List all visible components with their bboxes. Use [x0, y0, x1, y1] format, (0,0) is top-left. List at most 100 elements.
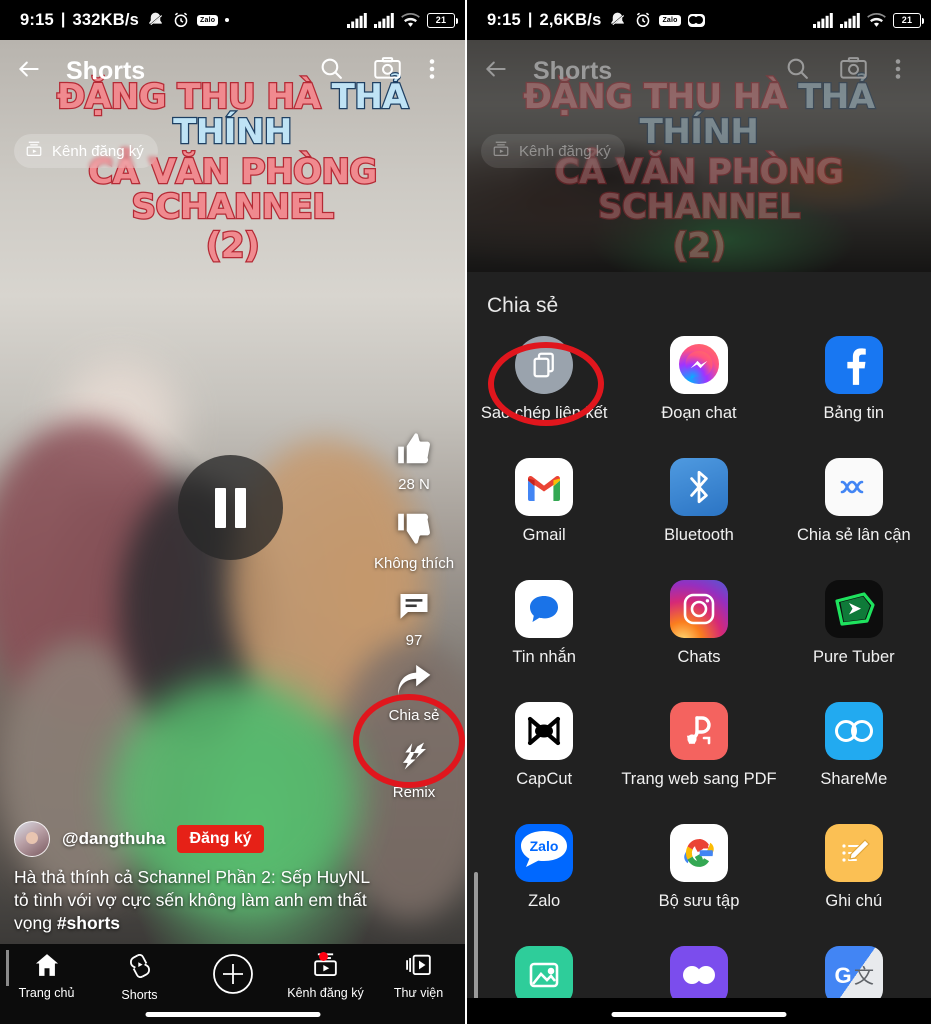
navigation-bar-right: [467, 998, 931, 1024]
home-icon: [34, 953, 60, 982]
share-target-label: Sao chép liên kết: [480, 404, 608, 422]
camera-icon: [373, 56, 401, 86]
library-icon: [405, 953, 432, 982]
signal-bars-icon: [347, 12, 367, 28]
comment-icon: [396, 588, 432, 629]
nav-label-home: Trang chủ: [18, 986, 75, 1000]
channel-handle[interactable]: @dangthuha: [62, 829, 165, 849]
description-hashtag[interactable]: #shorts: [57, 913, 120, 933]
battery-icon: 21: [893, 12, 924, 28]
bluetooth-icon: [669, 458, 728, 516]
dislike-label: Không thích: [373, 555, 455, 572]
share-target-collection[interactable]: Bộ sưu tập: [621, 824, 776, 946]
home-indicator-left: [145, 1012, 320, 1017]
search-icon: [785, 56, 810, 86]
share-target-instagram[interactable]: Chats: [621, 580, 776, 702]
thumbs-up-icon: [395, 430, 433, 473]
status-bar-left: 9:15 | 332KB/s Zalo 21: [0, 0, 465, 40]
subscribe-button[interactable]: Đăng ký: [177, 824, 264, 853]
subscribe-chip-right: Kênh đăng ký: [481, 134, 625, 168]
share-target-label: Bộ sưu tập: [658, 892, 740, 910]
share-target-nearby[interactable]: Chia sẻ lân cận: [777, 458, 931, 580]
messenger-icon: [687, 13, 705, 27]
share-target-copy-link[interactable]: Sao chép liên kết: [467, 336, 621, 458]
remix-button[interactable]: Remix: [392, 740, 436, 801]
back-button-left[interactable]: [16, 56, 60, 87]
signal-bars-icon: [840, 12, 860, 28]
nav-item-library[interactable]: Thư viện: [372, 953, 465, 1000]
status-net-speed: 2,6KB/s: [539, 10, 602, 29]
back-arrow-icon: [16, 56, 42, 87]
share-label: Chia sẻ: [388, 707, 440, 724]
share-target-label: Zalo: [528, 892, 561, 910]
status-bar-right: 9:15 | 2,6KB/s Zalo 21: [467, 0, 931, 40]
share-target-label: Đoạn chat: [661, 404, 737, 422]
app-bar-right: Shorts: [467, 40, 931, 102]
plus-circle-icon: [212, 953, 254, 1000]
action-rail: 28 N Không thích 97 Chia sẻ Remix: [371, 430, 457, 817]
video-caption-overlay-right: ĐẶNG THU HÀ THẢ THÍNH CẢ VĂN PHÒNG SCHAN…: [467, 78, 931, 266]
share-target-notes[interactable]: Ghi chú: [777, 824, 931, 946]
share-target-label: Trang web sang PDF: [621, 770, 777, 788]
share-target-zalo[interactable]: Zalo Zalo: [467, 824, 621, 946]
google-translate-icon: G 文: [824, 946, 883, 1004]
nav-item-subscriptions[interactable]: Kênh đăng ký: [279, 952, 372, 1000]
pause-button[interactable]: [178, 455, 283, 560]
camera-button-right[interactable]: [825, 56, 881, 86]
shorts-icon: [128, 953, 152, 984]
dislike-button[interactable]: Không thích: [374, 509, 454, 572]
share-button[interactable]: Chia sẻ: [388, 665, 440, 724]
dot-icon: [225, 18, 230, 22]
nav-item-create[interactable]: [186, 953, 279, 1004]
share-target-label: Chia sẻ lân cận: [796, 526, 911, 544]
share-icon: [395, 665, 433, 704]
nav-item-home[interactable]: Trang chủ: [0, 953, 93, 1000]
subscriptions-icon: [24, 140, 44, 162]
camera-icon: [839, 56, 867, 86]
share-target-label: Pure Tuber: [813, 648, 895, 666]
share-target-shareme[interactable]: ShareMe: [777, 702, 931, 824]
comment-button[interactable]: 97: [396, 588, 432, 649]
camera-button-left[interactable]: [359, 56, 415, 86]
avatar[interactable]: [14, 820, 50, 857]
notes-icon: [824, 824, 883, 882]
svg-text:文: 文: [854, 964, 874, 988]
search-button-left[interactable]: [303, 56, 359, 86]
status-time: 9:15: [487, 10, 521, 29]
subscribe-chip-label: Kênh đăng ký: [519, 142, 611, 160]
search-icon: [319, 56, 344, 86]
alarm-icon: [634, 11, 652, 29]
back-button-right[interactable]: [483, 56, 527, 87]
more-options-button-left[interactable]: [415, 57, 449, 86]
share-target-gmail[interactable]: Gmail: [467, 458, 621, 580]
remix-label: Remix: [392, 784, 436, 801]
like-count: 28 N: [398, 476, 430, 493]
share-target-web-to-pdf[interactable]: W Trang web sang PDF: [621, 702, 777, 824]
share-target-capcut[interactable]: CapCut: [467, 702, 621, 824]
page-title-right: Shorts: [533, 56, 613, 85]
battery-level: 21: [435, 15, 447, 25]
share-target-messenger[interactable]: Đoạn chat: [621, 336, 776, 458]
nav-item-shorts[interactable]: Shorts: [93, 953, 186, 1002]
share-target-bluetooth[interactable]: Bluetooth: [621, 458, 776, 580]
right-phone-panel: ĐẶNG THU HÀ THẢ THÍNH CẢ VĂN PHÒNG SCHAN…: [465, 0, 931, 1024]
gallery-icon: [515, 946, 574, 1004]
sheet-scrollbar[interactable]: [474, 872, 478, 1012]
more-options-button-right[interactable]: [881, 57, 915, 86]
like-button[interactable]: 28 N: [395, 430, 433, 493]
share-target-label: Gmail: [522, 526, 566, 544]
share-target-messages[interactable]: Tin nhắn: [467, 580, 621, 702]
search-button-right[interactable]: [769, 56, 825, 86]
left-phone-panel: ĐẶNG THU HÀ THẢ THÍNH CẢ VĂN PHÒNG SCHAN…: [0, 0, 465, 1024]
share-target-pure-tuber[interactable]: Pure Tuber: [777, 580, 931, 702]
subscribe-chip-left[interactable]: Kênh đăng ký: [14, 134, 158, 168]
video-description[interactable]: Hà thả thính cả Schannel Phần 2: Sếp Huy…: [14, 866, 384, 935]
remix-icon: [396, 740, 432, 781]
share-target-facebook[interactable]: Bảng tin: [777, 336, 931, 458]
kebab-menu-icon: [429, 57, 435, 86]
channel-row[interactable]: @dangthuha Đăng ký: [14, 820, 451, 857]
status-separator: |: [60, 11, 66, 28]
shareme-icon: [824, 702, 883, 760]
caption-line-3: (2): [671, 225, 727, 266]
facebook-icon: [824, 336, 883, 394]
